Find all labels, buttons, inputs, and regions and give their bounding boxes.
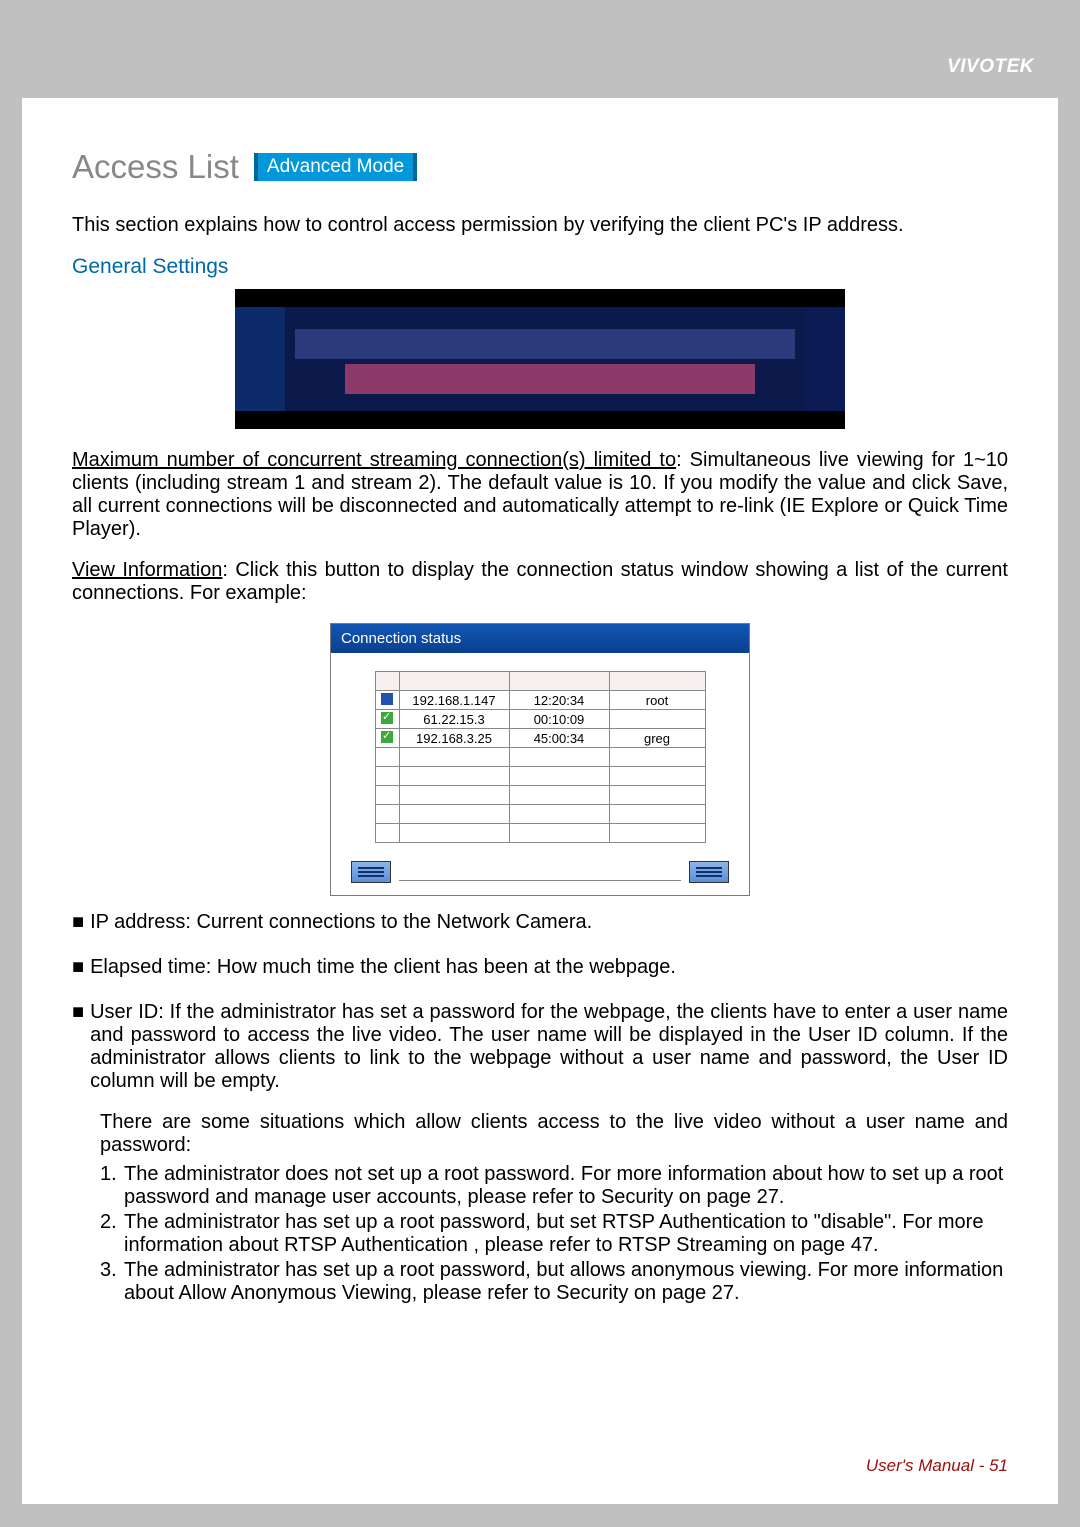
list-item: 2. The administrator has set up a root p… <box>100 1211 1008 1257</box>
item-number: 1. <box>100 1163 124 1209</box>
document-page: VIVOTEK Access List Advanced Mode This s… <box>22 38 1058 1504</box>
list-item: ■ Elapsed time: How much time the client… <box>72 956 1008 979</box>
time-cell <box>509 786 609 805</box>
header-time <box>509 672 609 691</box>
title-row: Access List Advanced Mode <box>72 148 1008 186</box>
time-cell: 45:00:34 <box>509 729 609 748</box>
bullet-text: IP address: Current connections to the N… <box>90 911 1008 934</box>
connection-status-titlebar: Connection status <box>331 624 749 653</box>
window-button-right[interactable] <box>689 861 729 883</box>
item-number: 2. <box>100 1211 124 1257</box>
window-button-row <box>345 861 735 883</box>
divider-line <box>399 880 681 881</box>
bullet-icon: ■ <box>72 911 84 934</box>
item-text: The administrator has set up a root pass… <box>124 1259 1008 1305</box>
situations-intro: There are some situations which allow cl… <box>100 1111 1008 1157</box>
status-green-icon <box>381 731 393 743</box>
table-row <box>375 805 705 824</box>
ip-cell <box>399 748 509 767</box>
table-row <box>375 748 705 767</box>
status-cell <box>375 824 399 843</box>
para1-label: Maximum number of concurrent streaming c… <box>72 449 676 471</box>
content-area: Access List Advanced Mode This section e… <box>22 98 1058 1327</box>
table-row: 192.168.1.14712:20:34root <box>375 691 705 710</box>
ip-cell <box>399 767 509 786</box>
status-cell <box>375 691 399 710</box>
connection-status-body: 192.168.1.14712:20:34root61.22.15.300:10… <box>331 653 749 895</box>
table-row: 61.22.15.300:10:09 <box>375 710 705 729</box>
brand-header: VIVOTEK <box>22 38 1058 98</box>
header-user <box>609 672 705 691</box>
table-row <box>375 786 705 805</box>
list-item: 1. The administrator does not set up a r… <box>100 1163 1008 1209</box>
status-green-icon <box>381 712 393 724</box>
paragraph-view-information: View Information: Click this button to d… <box>72 559 1008 605</box>
table-row <box>375 767 705 786</box>
time-cell <box>509 748 609 767</box>
bullet-text: User ID: If the administrator has set a … <box>90 1001 1008 1093</box>
status-cell <box>375 767 399 786</box>
user-cell <box>609 710 705 729</box>
bullet-icon: ■ <box>72 1001 84 1093</box>
window-button-left[interactable] <box>351 861 391 883</box>
status-cell <box>375 729 399 748</box>
bullet-icon: ■ <box>72 956 84 979</box>
ip-cell <box>399 805 509 824</box>
user-cell <box>609 767 705 786</box>
item-text: The administrator has set up a root pass… <box>124 1211 1008 1257</box>
status-cell <box>375 748 399 767</box>
list-item: 3. The administrator has set up a root p… <box>100 1259 1008 1305</box>
user-cell: root <box>609 691 705 710</box>
ip-cell: 61.22.15.3 <box>399 710 509 729</box>
list-item: ■ User ID: If the administrator has set … <box>72 1001 1008 1093</box>
ip-cell <box>399 786 509 805</box>
ip-cell <box>399 824 509 843</box>
bullet-list: ■ IP address: Current connections to the… <box>72 911 1008 1093</box>
item-number: 3. <box>100 1259 124 1305</box>
time-cell: 12:20:34 <box>509 691 609 710</box>
page-title: Access List <box>72 148 239 186</box>
status-blue-icon <box>381 693 393 705</box>
time-cell <box>509 824 609 843</box>
connection-status-window: Connection status 192.168.1.14712:20:34r… <box>330 623 750 896</box>
table-row <box>375 824 705 843</box>
table-header-row <box>375 672 705 691</box>
table-row: 192.168.3.2545:00:34greg <box>375 729 705 748</box>
numbered-list: 1. The administrator does not set up a r… <box>100 1163 1008 1305</box>
user-cell <box>609 786 705 805</box>
user-cell <box>609 824 705 843</box>
para2-label: View Information <box>72 559 222 581</box>
time-cell: 00:10:09 <box>509 710 609 729</box>
status-cell <box>375 786 399 805</box>
header-ip <box>399 672 509 691</box>
user-cell: greg <box>609 729 705 748</box>
status-cell <box>375 805 399 824</box>
brand-text: VIVOTEK <box>947 56 1034 77</box>
time-cell <box>509 767 609 786</box>
paragraph-max-connections: Maximum number of concurrent streaming c… <box>72 449 1008 541</box>
ip-cell: 192.168.3.25 <box>399 729 509 748</box>
list-item: ■ IP address: Current connections to the… <box>72 911 1008 934</box>
bullet-text: Elapsed time: How much time the client h… <box>90 956 1008 979</box>
intro-text: This section explains how to control acc… <box>72 214 1008 237</box>
settings-screenshot <box>235 289 845 429</box>
user-cell <box>609 748 705 767</box>
time-cell <box>509 805 609 824</box>
item-text: The administrator does not set up a root… <box>124 1163 1008 1209</box>
header-status <box>375 672 399 691</box>
page-footer: User's Manual - 51 <box>866 1456 1008 1476</box>
ip-cell: 192.168.1.147 <box>399 691 509 710</box>
user-cell <box>609 805 705 824</box>
status-cell <box>375 710 399 729</box>
section-heading: General Settings <box>72 255 1008 279</box>
mode-badge: Advanced Mode <box>254 153 417 181</box>
connection-table: 192.168.1.14712:20:34root61.22.15.300:10… <box>375 671 706 843</box>
